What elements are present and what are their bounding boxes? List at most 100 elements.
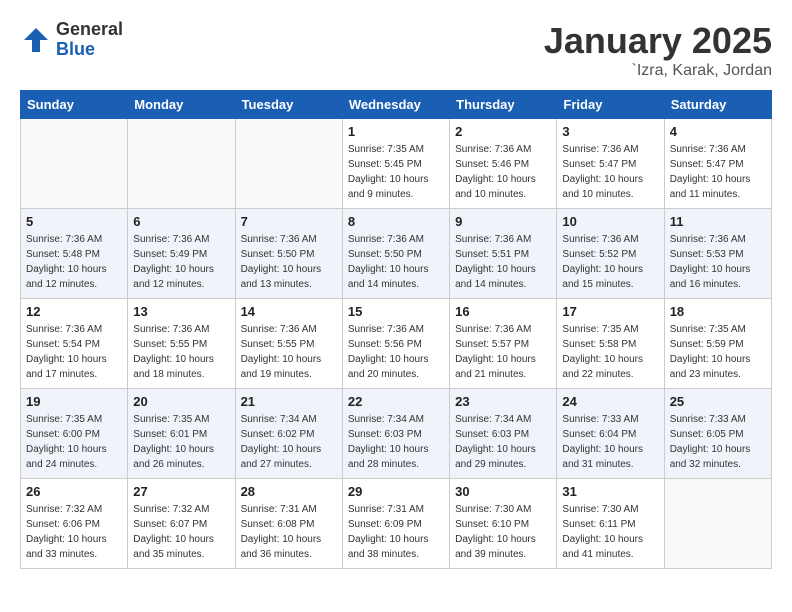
- day-info: Sunrise: 7:35 AMSunset: 6:01 PMDaylight:…: [133, 412, 229, 472]
- day-info: Sunrise: 7:36 AMSunset: 5:55 PMDaylight:…: [241, 322, 337, 382]
- calendar-cell: [235, 119, 342, 209]
- day-number: 18: [670, 304, 766, 319]
- calendar-cell: 23 Sunrise: 7:34 AMSunset: 6:03 PMDayligh…: [450, 389, 557, 479]
- day-number: 31: [562, 484, 658, 499]
- calendar-cell: 1 Sunrise: 7:35 AMSunset: 5:45 PMDaylight…: [342, 119, 449, 209]
- day-info: Sunrise: 7:36 AMSunset: 5:47 PMDaylight:…: [562, 142, 658, 202]
- calendar-cell: 14Sunrise: 7:36 AMSunset: 5:55 PMDayligh…: [235, 299, 342, 389]
- day-number: 4: [670, 124, 766, 139]
- calendar-cell: 7 Sunrise: 7:36 AMSunset: 5:50 PMDaylight…: [235, 209, 342, 299]
- calendar-cell: 29Sunrise: 7:31 AMSunset: 6:09 PMDayligh…: [342, 479, 449, 569]
- day-number: 25: [670, 394, 766, 409]
- calendar-cell: 31 Sunrise: 7:30 AMSunset: 6:11 PMDayligh…: [557, 479, 664, 569]
- day-number: 15: [348, 304, 444, 319]
- page-header: General Blue January 2025 `Izra, Karak, …: [20, 20, 772, 80]
- day-of-week-header: Monday: [128, 91, 235, 119]
- day-info: Sunrise: 7:36 AMSunset: 5:52 PMDaylight:…: [562, 232, 658, 292]
- day-number: 2: [455, 124, 551, 139]
- day-info: Sunrise: 7:33 AMSunset: 6:05 PMDaylight:…: [670, 412, 766, 472]
- logo-text: General Blue: [56, 20, 123, 60]
- day-info: Sunrise: 7:35 AMSunset: 5:58 PMDaylight:…: [562, 322, 658, 382]
- day-number: 26: [26, 484, 122, 499]
- day-number: 27: [133, 484, 229, 499]
- day-number: 30: [455, 484, 551, 499]
- day-info: Sunrise: 7:34 AMSunset: 6:03 PMDaylight:…: [455, 412, 551, 472]
- day-info: Sunrise: 7:34 AMSunset: 6:02 PMDaylight:…: [241, 412, 337, 472]
- day-info: Sunrise: 7:36 AMSunset: 5:57 PMDaylight:…: [455, 322, 551, 382]
- day-number: 10: [562, 214, 658, 229]
- calendar-week-row: 19 Sunrise: 7:35 AMSunset: 6:00 PMDayligh…: [21, 389, 772, 479]
- calendar-week-row: 26Sunrise: 7:32 AMSunset: 6:06 PMDayligh…: [21, 479, 772, 569]
- day-of-week-header: Sunday: [21, 91, 128, 119]
- day-of-week-header: Wednesday: [342, 91, 449, 119]
- day-info: Sunrise: 7:36 AMSunset: 5:55 PMDaylight:…: [133, 322, 229, 382]
- calendar-cell: 27 Sunrise: 7:32 AMSunset: 6:07 PMDayligh…: [128, 479, 235, 569]
- calendar-table: SundayMondayTuesdayWednesdayThursdayFrid…: [20, 90, 772, 569]
- location: `Izra, Karak, Jordan: [544, 62, 772, 80]
- calendar-cell: 15 Sunrise: 7:36 AMSunset: 5:56 PMDayligh…: [342, 299, 449, 389]
- day-number: 21: [241, 394, 337, 409]
- day-info: Sunrise: 7:36 AMSunset: 5:49 PMDaylight:…: [133, 232, 229, 292]
- header-row: SundayMondayTuesdayWednesdayThursdayFrid…: [21, 91, 772, 119]
- calendar-cell: 2 Sunrise: 7:36 AMSunset: 5:46 PMDaylight…: [450, 119, 557, 209]
- calendar-cell: [21, 119, 128, 209]
- logo-general: General: [56, 20, 123, 40]
- calendar-cell: 25 Sunrise: 7:33 AMSunset: 6:05 PMDayligh…: [664, 389, 771, 479]
- day-number: 19: [26, 394, 122, 409]
- day-of-week-header: Thursday: [450, 91, 557, 119]
- calendar-header: SundayMondayTuesdayWednesdayThursdayFrid…: [21, 91, 772, 119]
- day-info: Sunrise: 7:36 AMSunset: 5:50 PMDaylight:…: [241, 232, 337, 292]
- day-number: 22: [348, 394, 444, 409]
- logo-blue: Blue: [56, 40, 123, 60]
- day-info: Sunrise: 7:36 AMSunset: 5:56 PMDaylight:…: [348, 322, 444, 382]
- calendar-cell: 9 Sunrise: 7:36 AMSunset: 5:51 PMDaylight…: [450, 209, 557, 299]
- day-number: 8: [348, 214, 444, 229]
- day-number: 17: [562, 304, 658, 319]
- day-info: Sunrise: 7:35 AMSunset: 6:00 PMDaylight:…: [26, 412, 122, 472]
- calendar-cell: 8 Sunrise: 7:36 AMSunset: 5:50 PMDaylight…: [342, 209, 449, 299]
- day-info: Sunrise: 7:36 AMSunset: 5:51 PMDaylight:…: [455, 232, 551, 292]
- day-number: 7: [241, 214, 337, 229]
- day-number: 11: [670, 214, 766, 229]
- day-info: Sunrise: 7:36 AMSunset: 5:46 PMDaylight:…: [455, 142, 551, 202]
- day-number: 29: [348, 484, 444, 499]
- calendar-cell: 22 Sunrise: 7:34 AMSunset: 6:03 PMDayligh…: [342, 389, 449, 479]
- calendar-cell: 11Sunrise: 7:36 AMSunset: 5:53 PMDayligh…: [664, 209, 771, 299]
- day-number: 24: [562, 394, 658, 409]
- calendar-cell: 16 Sunrise: 7:36 AMSunset: 5:57 PMDayligh…: [450, 299, 557, 389]
- day-info: Sunrise: 7:32 AMSunset: 6:07 PMDaylight:…: [133, 502, 229, 562]
- day-number: 1: [348, 124, 444, 139]
- calendar-cell: 17 Sunrise: 7:35 AMSunset: 5:58 PMDayligh…: [557, 299, 664, 389]
- day-number: 12: [26, 304, 122, 319]
- day-of-week-header: Saturday: [664, 91, 771, 119]
- logo-icon: [20, 24, 52, 56]
- day-number: 6: [133, 214, 229, 229]
- day-number: 13: [133, 304, 229, 319]
- day-number: 16: [455, 304, 551, 319]
- day-info: Sunrise: 7:34 AMSunset: 6:03 PMDaylight:…: [348, 412, 444, 472]
- calendar-cell: [128, 119, 235, 209]
- title-block: January 2025 `Izra, Karak, Jordan: [544, 20, 772, 80]
- day-of-week-header: Friday: [557, 91, 664, 119]
- day-number: 28: [241, 484, 337, 499]
- day-info: Sunrise: 7:33 AMSunset: 6:04 PMDaylight:…: [562, 412, 658, 472]
- day-info: Sunrise: 7:36 AMSunset: 5:47 PMDaylight:…: [670, 142, 766, 202]
- day-number: 9: [455, 214, 551, 229]
- calendar-body: 1 Sunrise: 7:35 AMSunset: 5:45 PMDaylight…: [21, 119, 772, 569]
- day-info: Sunrise: 7:31 AMSunset: 6:08 PMDaylight:…: [241, 502, 337, 562]
- calendar-cell: 28 Sunrise: 7:31 AMSunset: 6:08 PMDayligh…: [235, 479, 342, 569]
- month-title: January 2025: [544, 20, 772, 62]
- calendar-cell: 24 Sunrise: 7:33 AMSunset: 6:04 PMDayligh…: [557, 389, 664, 479]
- calendar-cell: [664, 479, 771, 569]
- day-info: Sunrise: 7:36 AMSunset: 5:50 PMDaylight:…: [348, 232, 444, 292]
- day-info: Sunrise: 7:30 AMSunset: 6:11 PMDaylight:…: [562, 502, 658, 562]
- calendar-cell: 4 Sunrise: 7:36 AMSunset: 5:47 PMDaylight…: [664, 119, 771, 209]
- day-info: Sunrise: 7:35 AMSunset: 5:45 PMDaylight:…: [348, 142, 444, 202]
- calendar-cell: 20 Sunrise: 7:35 AMSunset: 6:01 PMDayligh…: [128, 389, 235, 479]
- day-number: 23: [455, 394, 551, 409]
- day-number: 5: [26, 214, 122, 229]
- calendar-cell: 6 Sunrise: 7:36 AMSunset: 5:49 PMDaylight…: [128, 209, 235, 299]
- calendar-week-row: 12Sunrise: 7:36 AMSunset: 5:54 PMDayligh…: [21, 299, 772, 389]
- calendar-cell: 5Sunrise: 7:36 AMSunset: 5:48 PMDaylight…: [21, 209, 128, 299]
- day-number: 20: [133, 394, 229, 409]
